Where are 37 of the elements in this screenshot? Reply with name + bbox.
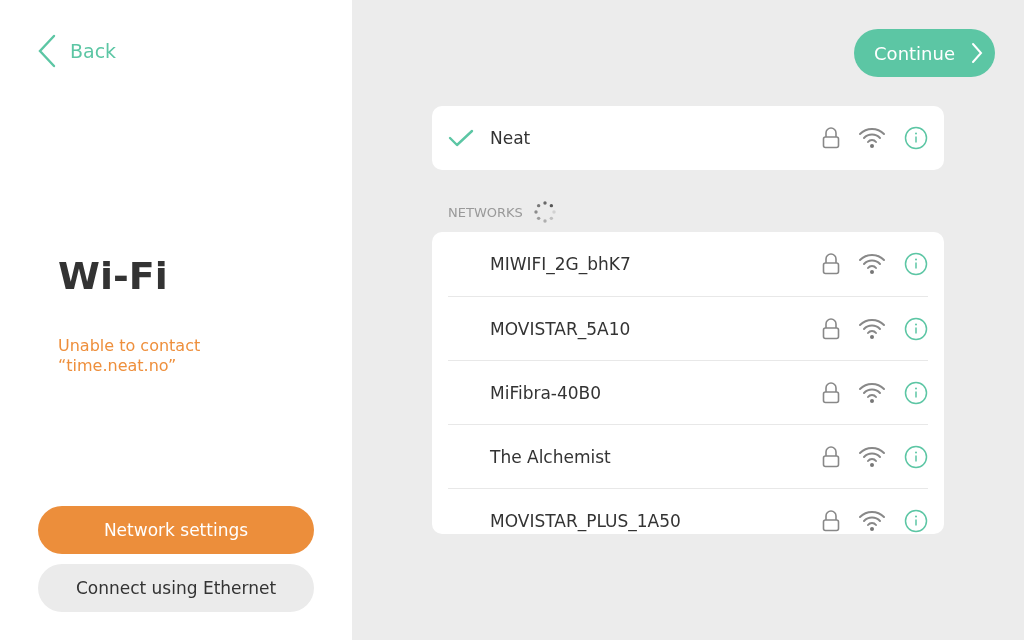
lock-icon xyxy=(822,317,840,340)
ethernet-button[interactable]: Connect using Ethernet xyxy=(38,564,314,612)
section-heading: NETWORKS xyxy=(448,204,523,220)
network-row[interactable]: MOVISTAR_PLUS_1A50 xyxy=(448,488,928,534)
error-message: Unable to contact “time.neat.no” xyxy=(58,336,202,376)
info-icon[interactable] xyxy=(904,508,928,533)
loading-spinner-icon xyxy=(532,200,557,224)
info-icon[interactable] xyxy=(904,444,928,469)
lock-icon xyxy=(822,509,840,532)
network-name: The Alchemist xyxy=(490,446,612,467)
wifi-icon xyxy=(858,445,886,468)
lock-icon xyxy=(822,127,840,149)
network-row[interactable]: MIWIFI_2G_bhK7 xyxy=(448,232,928,296)
network-name: MiFibra-40B0 xyxy=(490,382,603,403)
network-name: Neat xyxy=(490,128,532,148)
wifi-icon xyxy=(858,317,886,340)
info-icon[interactable] xyxy=(904,380,928,405)
chevron-right-icon xyxy=(971,42,983,64)
network-row[interactable]: Neat xyxy=(448,106,928,170)
network-name: MIWIFI_2G_bhK7 xyxy=(490,254,632,274)
wifi-icon xyxy=(858,381,886,404)
network-row[interactable]: MOVISTAR_5A10 xyxy=(448,296,928,360)
lock-icon xyxy=(822,253,840,275)
wifi-icon xyxy=(858,127,886,149)
wifi-icon xyxy=(858,509,886,532)
page-title: Wi-Fi xyxy=(58,254,169,298)
lock-icon xyxy=(822,381,840,404)
info-icon[interactable] xyxy=(904,316,928,341)
info-icon[interactable] xyxy=(904,252,928,276)
wifi-icon xyxy=(858,253,886,275)
network-row[interactable]: MiFibra-40B0 xyxy=(448,360,928,424)
lock-icon xyxy=(822,445,840,468)
network-row[interactable]: The Alchemist xyxy=(448,424,928,488)
network-name: MOVISTAR_5A10 xyxy=(490,318,632,339)
chevron-left-icon xyxy=(38,34,56,68)
info-icon[interactable] xyxy=(904,126,928,150)
network-name: MOVISTAR_PLUS_1A50 xyxy=(490,510,682,531)
